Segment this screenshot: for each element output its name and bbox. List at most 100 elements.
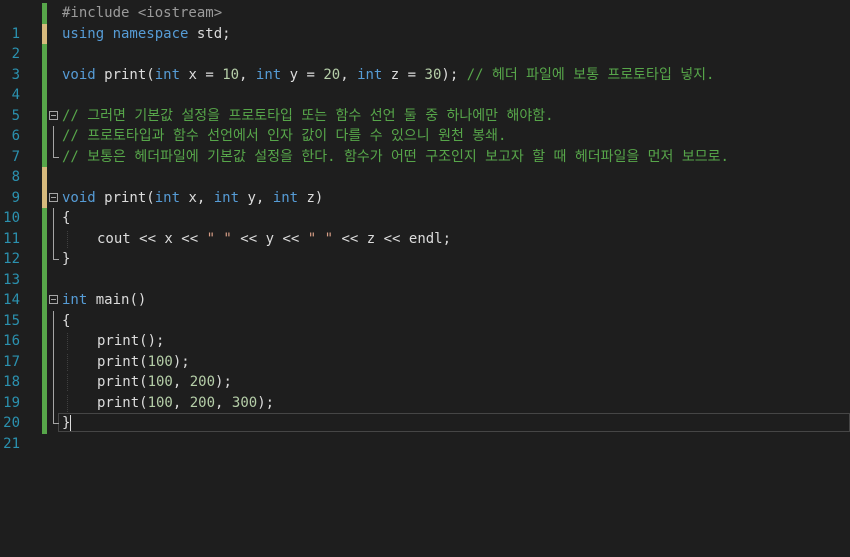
code-line-19[interactable]: 19 print(100, 200); (0, 372, 850, 411)
code-editor[interactable]: 1 #include <iostream> 2 using namespace … (0, 0, 850, 452)
close-brace: } (62, 251, 71, 267)
code-text[interactable]: } (62, 413, 72, 434)
collapse-toggle-icon[interactable] (49, 110, 58, 120)
number-literal: 100 (147, 374, 173, 390)
code-line-20[interactable]: 20 print(100, 200, 300); (0, 392, 850, 431)
change-marker (42, 44, 47, 65)
code-token: , (340, 66, 358, 83)
code-token: print( (97, 374, 148, 390)
code-text[interactable]: void print(int x, int y, int z) (62, 188, 323, 209)
keyword: int (154, 189, 181, 206)
change-marker (42, 228, 47, 249)
code-text[interactable]: } (62, 249, 70, 270)
code-text[interactable]: print(100); (97, 352, 190, 373)
code-text[interactable]: // 프로토타입과 함수 선언에서 인자 값이 다를 수 있으니 원천 봉쇄. (62, 126, 506, 147)
number-literal: 30 (424, 66, 442, 83)
code-text[interactable]: print(100, 200); (97, 372, 232, 393)
code-line-11[interactable]: 11 { (0, 208, 850, 247)
current-line-highlight (58, 413, 850, 432)
code-token: , (215, 394, 232, 411)
code-text[interactable]: cout << x << " " << y << " " << z << end… (97, 229, 451, 250)
number-literal: 20 (323, 66, 341, 83)
outline-guide (53, 331, 54, 352)
outline-guide (53, 126, 54, 147)
collapse-toggle-icon[interactable] (49, 192, 58, 202)
code-text[interactable]: { (62, 311, 70, 332)
code-line-4[interactable]: 4 void print(int x = 10, int y = 20, int… (0, 64, 850, 103)
code-text[interactable]: { (62, 208, 70, 229)
code-line-6[interactable]: 6 // 그러면 기본값 설정을 프로토타입 또는 함수 선언 둘 중 하나에만… (0, 105, 850, 144)
code-token: , (172, 374, 190, 390)
code-token: main() (87, 292, 147, 308)
code-line-15[interactable]: 15 int main() (0, 290, 850, 329)
keyword: void (62, 66, 96, 83)
code-token: , (172, 394, 190, 411)
comment: // 그러면 기본값 설정을 프로토타입 또는 함수 선언 둘 중 하나에만 해… (62, 107, 554, 124)
collapse-toggle-icon[interactable] (49, 295, 58, 304)
code-text[interactable]: print(100, 200, 300); (97, 393, 274, 414)
comment: // 프로토타입과 함수 선언에서 인자 값이 다를 수 있으니 원천 봉쇄. (62, 128, 507, 144)
code-text[interactable]: void print(int x = 10, int y = 20, int z… (62, 65, 714, 86)
code-line-8[interactable]: 8 // 보통은 헤더파일에 기본값 설정을 한다. 함수가 어떤 구조인지 보… (0, 146, 850, 185)
code-line-17[interactable]: 17 print(); (0, 331, 850, 370)
code-line-3[interactable]: 3 (0, 44, 850, 83)
change-marker (42, 85, 47, 106)
number-literal: 100 (147, 394, 173, 411)
code-text[interactable]: print(); (97, 331, 164, 352)
change-marker (42, 331, 47, 352)
code-line-2[interactable]: 2 using namespace std; (0, 23, 850, 62)
code-line-18[interactable]: 18 print(100); (0, 351, 850, 390)
code-line-7[interactable]: 7 // 프로토타입과 함수 선언에서 인자 값이 다를 수 있으니 원천 봉쇄… (0, 126, 850, 165)
number-literal: 10 (222, 66, 240, 83)
change-marker (42, 351, 47, 372)
outline-guide (53, 228, 54, 249)
code-token: << z << endl; (333, 230, 452, 247)
preprocessor-directive: #include <iostream> (62, 5, 223, 21)
change-marker (42, 64, 47, 85)
keyword: using namespace (62, 25, 189, 42)
code-token: , (239, 66, 256, 83)
change-marker (42, 249, 47, 270)
change-marker (42, 310, 47, 331)
code-line-14[interactable]: 14 (0, 269, 850, 308)
code-token: print( (95, 189, 155, 206)
code-line-21[interactable]: 21 } (0, 413, 850, 452)
code-line-5[interactable]: 5 (0, 85, 850, 124)
keyword: int (154, 66, 181, 83)
indent-guide (67, 333, 68, 350)
code-token: ); (441, 66, 467, 83)
indent-guide (67, 394, 68, 412)
code-text[interactable]: using namespace std; (62, 24, 231, 45)
outline-guide (53, 351, 54, 372)
number-literal: 300 (231, 394, 258, 411)
code-line-9[interactable]: 9 (0, 167, 850, 206)
outline-guide (53, 310, 54, 331)
change-marker (42, 105, 47, 126)
code-token: << y << (231, 230, 308, 247)
outline-guide (53, 372, 54, 393)
code-line-12[interactable]: 12 cout << x << " " << y << " " << z << … (0, 228, 850, 267)
indent-guide (67, 374, 68, 391)
change-marker (42, 290, 47, 311)
code-text[interactable]: #include <iostream> (62, 3, 222, 24)
code-token: x, (180, 189, 214, 206)
code-line-16[interactable]: 16 { (0, 310, 850, 349)
code-text[interactable]: // 그러면 기본값 설정을 프로토타입 또는 함수 선언 둘 중 하나에만 해… (62, 106, 554, 127)
code-text[interactable]: // 보통은 헤더파일에 기본값 설정을 한다. 함수가 어떤 구조인지 보고자… (62, 147, 729, 168)
code-token: y = (281, 66, 324, 83)
code-line-10[interactable]: 10 void print(int x, int y, int z) (0, 187, 850, 226)
indent-guide (67, 230, 68, 248)
change-marker (42, 23, 47, 44)
code-lines[interactable]: 1 #include <iostream> 2 using namespace … (0, 3, 850, 452)
code-line-1[interactable]: 1 #include <iostream> (0, 3, 850, 42)
outline-guide (53, 392, 54, 413)
change-marker (42, 187, 47, 208)
comment: // 헤더 파일에 보통 프로토타입 넣지. (466, 66, 715, 83)
line-number: 21 (3, 435, 20, 452)
indent-guide (67, 353, 68, 371)
code-line-13[interactable]: 13 } (0, 249, 850, 288)
code-token: z = (382, 66, 425, 83)
code-token: cout << x << (97, 230, 207, 247)
change-marker (42, 372, 47, 393)
code-text[interactable]: int main() (62, 290, 146, 311)
